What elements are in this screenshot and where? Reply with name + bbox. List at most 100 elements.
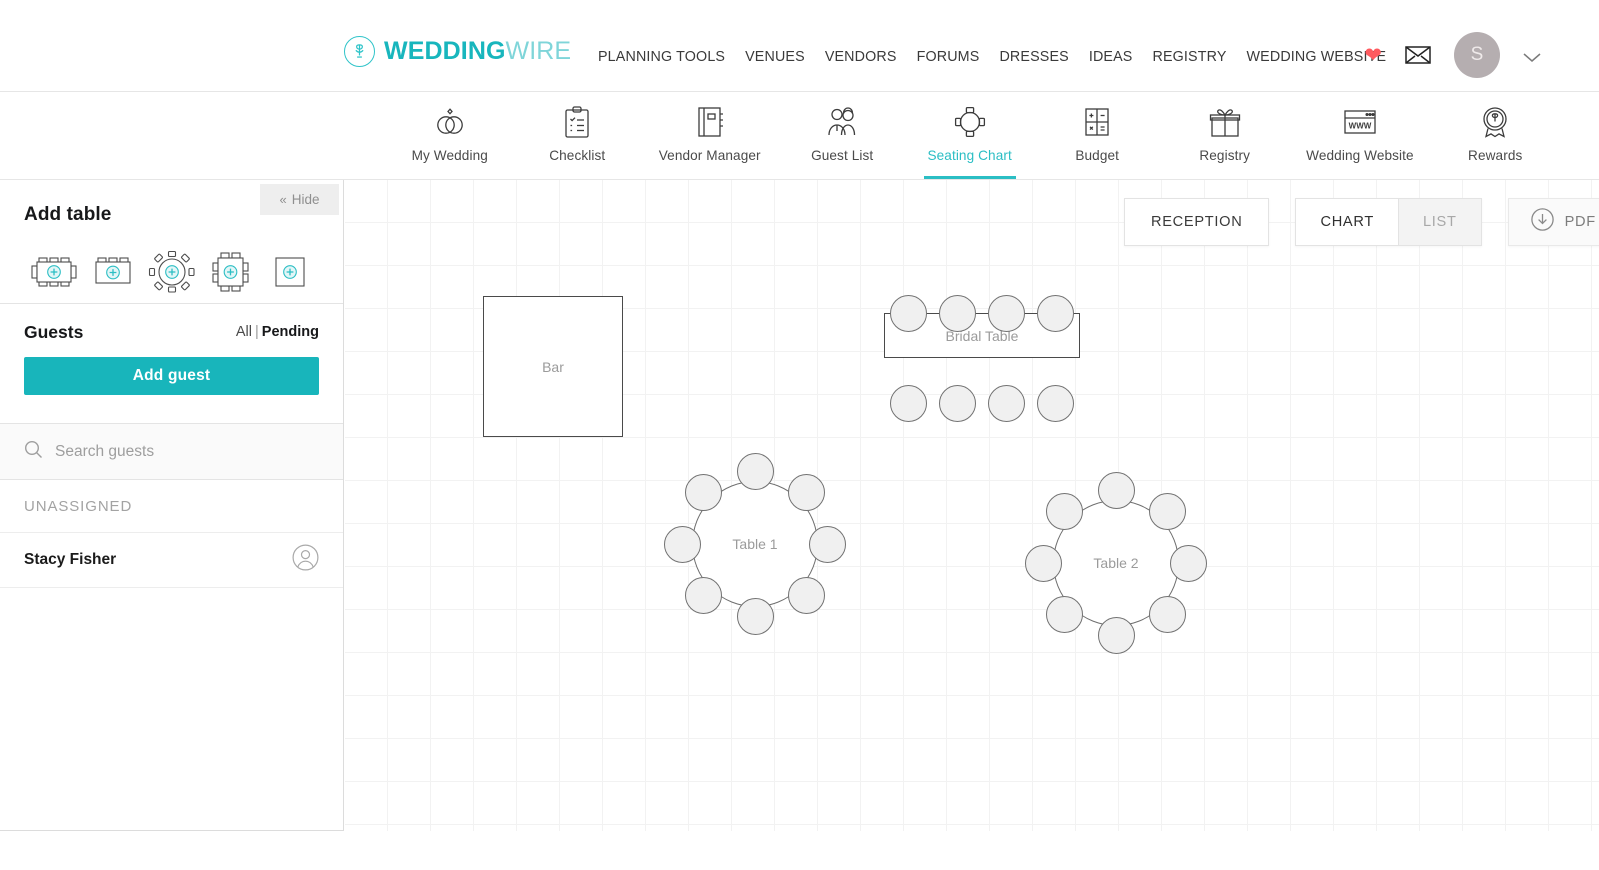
toolnav-item-vendor-manager[interactable]: Vendor Manager xyxy=(659,92,761,179)
square-table-8-icon[interactable] xyxy=(201,248,260,296)
search-icon xyxy=(24,440,43,464)
toolnav-label: Rewards xyxy=(1468,148,1523,163)
guests-title: Guests xyxy=(24,322,84,342)
view-mode-switch: CHART LIST xyxy=(1295,198,1482,246)
guest-search-bar[interactable] xyxy=(0,424,343,480)
table-seat[interactable] xyxy=(787,474,825,512)
filter-all[interactable]: All xyxy=(236,324,252,340)
filter-pending[interactable]: Pending xyxy=(262,324,319,340)
round-table-add-icon[interactable] xyxy=(142,248,201,296)
round-table-icon xyxy=(954,104,986,140)
svg-text:WWW: WWW xyxy=(1349,122,1372,131)
toolnav-item-rewards[interactable]: Rewards xyxy=(1449,92,1541,179)
table-seat[interactable] xyxy=(890,294,927,332)
table-seat[interactable] xyxy=(1148,493,1186,531)
table-seat[interactable] xyxy=(939,384,976,422)
nav-ideas[interactable]: IDEAS xyxy=(1079,45,1143,69)
toolnav-label: Guest List xyxy=(811,148,874,163)
browser-www-icon: WWW xyxy=(1343,104,1377,140)
rect-table-6-icon[interactable] xyxy=(24,248,83,296)
seating-object-label: Table 1 xyxy=(732,536,778,552)
view-mode-list[interactable]: LIST xyxy=(1397,199,1481,245)
brand-logo[interactable]: WEDDINGWIRE xyxy=(344,36,571,67)
toolnav-item-budget[interactable]: Budget xyxy=(1051,92,1143,179)
nav-vendors[interactable]: VENDORS xyxy=(815,45,907,69)
toolnav-label: My Wedding xyxy=(411,148,488,163)
chevron-down-icon[interactable] xyxy=(1523,50,1541,62)
toolnav-item-wedding-website[interactable]: WWW Wedding Website xyxy=(1306,92,1414,179)
filter-separator: | xyxy=(255,324,259,340)
table-seat[interactable] xyxy=(736,453,774,490)
canvas-toolbar: RECEPTION CHART LIST PDF xyxy=(1124,198,1599,246)
planning-tools-nav: My Wedding Checklist Vendor Manager Gues… xyxy=(0,92,1599,180)
export-pdf-button[interactable]: PDF xyxy=(1507,198,1599,246)
table-seat[interactable] xyxy=(1025,544,1062,582)
envelope-icon[interactable] xyxy=(1405,46,1431,64)
add-guest-button[interactable]: Add guest xyxy=(24,357,319,395)
table-seat[interactable] xyxy=(1097,472,1135,509)
table-seat[interactable] xyxy=(685,576,723,614)
clipboard-icon xyxy=(563,104,591,140)
toolnav-label: Checklist xyxy=(549,148,606,163)
header-actions: ❤ S xyxy=(1364,32,1541,78)
toolnav-label: Budget xyxy=(1075,148,1120,163)
nav-forums[interactable]: FORUMS xyxy=(907,45,990,69)
table-seat[interactable] xyxy=(988,384,1025,422)
table-type-picker xyxy=(24,248,319,296)
avatar[interactable]: S xyxy=(1454,32,1500,78)
table-seat[interactable] xyxy=(939,294,976,332)
download-circle-icon xyxy=(1530,208,1554,236)
reception-room-button[interactable]: RECEPTION xyxy=(1124,198,1270,246)
toolnav-item-checklist[interactable]: Checklist xyxy=(531,92,623,179)
table-seat[interactable] xyxy=(809,525,846,563)
calculator-icon xyxy=(1083,104,1111,140)
hide-panel-button[interactable]: « Hide xyxy=(260,184,339,215)
nav-venues[interactable]: VENUES xyxy=(735,45,815,69)
toolnav-item-registry[interactable]: Registry xyxy=(1179,92,1271,179)
add-table-title: Add table xyxy=(24,204,112,225)
table-seat[interactable] xyxy=(1148,595,1186,633)
toolnav-item-my-wedding[interactable]: My Wedding xyxy=(404,92,496,179)
list-item[interactable]: Stacy Fisher xyxy=(0,532,343,588)
seating-object-table-1[interactable]: Table 1 xyxy=(662,451,848,637)
brand-name-bold: WEDDING xyxy=(384,37,506,65)
top-header: WEDDINGWIRE PLANNING TOOLS VENUES VENDOR… xyxy=(0,0,1599,92)
banquet-table-icon[interactable] xyxy=(83,248,142,296)
view-mode-chart[interactable]: CHART xyxy=(1296,199,1398,245)
table-seat[interactable] xyxy=(1170,544,1207,582)
table-seat[interactable] xyxy=(1037,384,1074,422)
rings-icon xyxy=(433,104,467,140)
table-seat[interactable] xyxy=(1037,294,1074,332)
heart-icon[interactable]: ❤ xyxy=(1364,45,1382,66)
table-seat[interactable] xyxy=(1046,595,1084,633)
seating-object-table-2[interactable]: Table 2 xyxy=(1023,470,1209,656)
couple-icon xyxy=(825,104,859,140)
hide-panel-label: Hide xyxy=(291,192,320,207)
table-seat[interactable] xyxy=(664,525,701,563)
brand-text: WEDDINGWIRE xyxy=(384,39,571,64)
nav-dresses[interactable]: DRESSES xyxy=(989,45,1078,69)
table-seat[interactable] xyxy=(787,576,825,614)
seating-object-bar[interactable]: Bar xyxy=(483,296,623,437)
toolnav-label: Seating Chart xyxy=(927,148,1012,163)
table-seat[interactable] xyxy=(988,294,1025,332)
toolnav-item-guest-list[interactable]: Guest List xyxy=(796,92,888,179)
table-seat[interactable] xyxy=(890,384,927,422)
blank-object-icon[interactable] xyxy=(260,248,319,296)
table-seat[interactable] xyxy=(1097,617,1135,654)
search-input[interactable] xyxy=(55,442,295,461)
guest-name: Stacy Fisher xyxy=(24,551,117,568)
seating-object-bridal-table[interactable]: Bridal Table xyxy=(882,293,1082,422)
toolnav-item-seating-chart[interactable]: Seating Chart xyxy=(923,92,1016,179)
award-ribbon-icon xyxy=(1480,104,1510,140)
person-circle-icon[interactable] xyxy=(292,544,319,576)
nav-registry[interactable]: REGISTRY xyxy=(1142,45,1236,69)
seating-object-label: Bar xyxy=(542,358,564,375)
seating-object-label: Table 2 xyxy=(1093,555,1139,571)
primary-nav: PLANNING TOOLS VENUES VENDORS FORUMS DRE… xyxy=(588,45,1396,69)
table-seat[interactable] xyxy=(736,598,774,635)
guests-section: Guests All | Pending Add guest xyxy=(0,304,343,424)
nav-planning-tools[interactable]: PLANNING TOOLS xyxy=(588,45,735,69)
seating-chart-canvas[interactable]: RECEPTION CHART LIST PDF Bar Bridal Tabl… xyxy=(345,180,1599,831)
toolnav-label: Vendor Manager xyxy=(658,148,761,163)
